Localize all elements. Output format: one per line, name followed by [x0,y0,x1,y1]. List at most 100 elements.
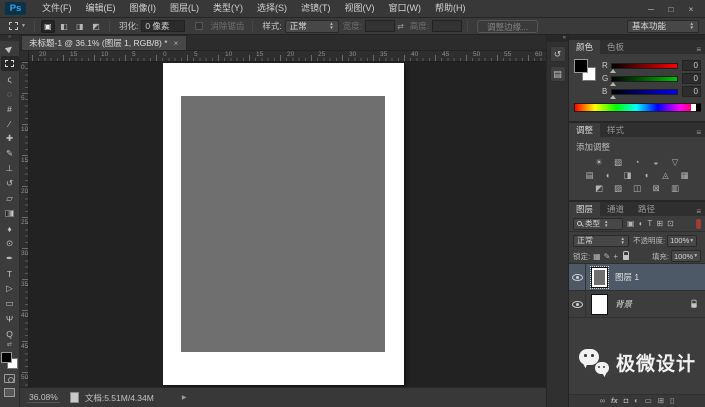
r-channel-slider[interactable] [610,62,678,73]
document-page[interactable] [163,63,404,385]
menu-item-2[interactable]: 编辑(E) [79,0,123,17]
tab-paths[interactable]: 路径 [631,202,662,216]
blur-tool[interactable]: ♦ [1,221,19,236]
exposure-adjustment-icon[interactable]: ◒ [648,156,664,168]
gradient-tool[interactable] [1,206,19,221]
type-layer-filter-icon[interactable]: T [647,219,652,228]
layer-style-icon[interactable]: fx [611,395,618,407]
layer-row-1[interactable]: 图层 1 [569,264,705,291]
r-channel-value[interactable]: 0 [682,60,701,71]
black-swatch[interactable] [696,104,701,111]
panel-menu-icon[interactable]: ≡ [696,207,705,216]
screen-mode-button[interactable] [4,388,15,397]
slider-handle-icon[interactable] [610,68,616,73]
lock-position-icon[interactable]: + [613,252,618,261]
eye-icon[interactable] [571,273,583,281]
brush-tool[interactable]: ✎ [1,146,19,161]
type-tool[interactable]: T [1,266,19,281]
shape-layer-filter-icon[interactable]: ⊞ [656,219,663,228]
levels-adjustment-icon[interactable]: ▧ [610,156,626,168]
fill-input[interactable]: 100% ▼ [671,250,701,262]
hue-saturation-adjustment-icon[interactable]: ▤ [582,169,598,181]
history-panel-button[interactable]: ↺ [549,46,566,62]
pasteboard[interactable] [29,62,546,387]
layer-visibility-cell[interactable] [569,291,586,317]
healing-brush-tool[interactable]: ✚ [1,131,19,146]
b-channel-slider[interactable] [610,88,678,99]
selective-color-adjustment-icon[interactable]: ⊠ [648,182,664,194]
add-to-selection-button[interactable]: ◧ [57,20,71,33]
slider-handle-icon[interactable] [610,81,616,86]
layer-filter-type-dropdown[interactable]: 类型 ▲ ▼ [573,217,623,230]
eyedropper-tool[interactable]: ∕ [1,116,19,131]
rectangle-tool[interactable]: ▭ [1,296,19,311]
tab-channels[interactable]: 通道 [600,202,631,216]
menu-item-5[interactable]: 类型(Y) [206,0,250,17]
foreground-color-swatch[interactable] [1,352,12,363]
pen-tool[interactable]: ✒ [1,251,19,266]
new-adjustment-layer-icon[interactable]: ◐ [634,395,639,407]
foreground-color-swatch[interactable] [574,59,588,73]
intersect-selection-button[interactable]: ◩ [89,20,103,33]
tab-swatches[interactable]: 色板 [600,40,631,54]
quick-mask-button[interactable] [4,374,15,383]
workspace-switcher[interactable]: 基本功能 ▲ ▼ [627,19,699,33]
crop-tool[interactable]: # [1,101,19,116]
add-layer-mask-icon[interactable]: ◘ [624,395,629,407]
layer-filter-switch[interactable] [696,218,701,229]
layer-thumbnail[interactable] [590,265,609,289]
menu-item-6[interactable]: 选择(S) [250,0,294,17]
panel-menu-icon[interactable]: ≡ [696,128,705,137]
rectangular-marquee-tool[interactable] [0,56,19,71]
g-channel-slider[interactable] [610,75,678,86]
panel-menu-icon[interactable]: ≡ [696,45,705,54]
eye-icon[interactable] [571,300,583,308]
menu-item-3[interactable]: 图像(I) [123,0,164,17]
layer-row-2[interactable]: 背景 [569,291,705,318]
delete-layer-icon[interactable]: ▯ [670,395,674,407]
layer-name[interactable]: 背景 [615,298,632,310]
opacity-input[interactable]: 100% ▼ [667,234,698,247]
document-tab[interactable]: 未标题-1 @ 36.1% (图层 1, RGB/8) * × [21,35,187,50]
move-tool[interactable]: ▶ [1,41,19,56]
tab-styles[interactable]: 样式 [600,123,631,137]
slider-handle-icon[interactable] [610,94,616,99]
antialias-checkbox[interactable] [195,22,204,30]
menu-item-10[interactable]: 帮助(H) [428,0,473,17]
layer-visibility-cell[interactable] [569,264,586,290]
eraser-tool[interactable]: ▱ [1,191,19,206]
height-input[interactable] [432,20,463,32]
expand-panels-icon[interactable]: « [547,35,568,42]
zoom-level-field[interactable]: 36.08% [27,392,60,403]
color-balance-adjustment-icon[interactable]: ◐ [601,169,617,181]
feather-input[interactable]: 0 像素 [141,20,186,32]
smart-object-filter-icon[interactable]: ⊡ [667,219,674,228]
zoom-tool[interactable]: Q [1,326,19,341]
adjustment-layer-filter-icon[interactable]: ◐ [639,219,644,228]
properties-panel-button[interactable]: ▤ [549,66,566,82]
photo-filter-adjustment-icon[interactable]: ◖ [639,169,655,181]
b-channel-value[interactable]: 0 [682,86,701,97]
minimize-button[interactable]: ─ [641,1,661,17]
clone-stamp-tool[interactable]: ⊥ [1,161,19,176]
path-selection-tool[interactable]: ▷ [1,281,19,296]
tab-layers[interactable]: 图层 [569,202,601,216]
lock-transparency-icon[interactable]: ▦ [593,252,601,261]
g-channel-value[interactable]: 0 [682,73,701,84]
lasso-tool[interactable]: ς [1,71,19,86]
menu-item-4[interactable]: 图层(L) [163,0,206,17]
menu-item-9[interactable]: 窗口(W) [382,0,429,17]
threshold-adjustment-icon[interactable]: ◫ [629,182,645,194]
pixel-layer-filter-icon[interactable]: ▣ [627,219,635,228]
subtract-from-selection-button[interactable]: ◨ [73,20,87,33]
history-brush-tool[interactable]: ↺ [1,176,19,191]
gradient-map-adjustment-icon[interactable]: ▥ [667,182,683,194]
refine-edge-button[interactable]: 调整边缘... [477,19,539,33]
dodge-tool[interactable]: ⊙ [1,236,19,251]
blend-mode-dropdown[interactable]: 正常 ▲ ▼ [573,234,629,247]
tab-adjustments[interactable]: 调整 [569,123,601,137]
color-lookup-adjustment-icon[interactable]: ▦ [677,169,693,181]
style-dropdown[interactable]: 正常 ▲ ▼ [284,19,339,33]
layer-thumbnail[interactable] [591,293,608,315]
curves-adjustment-icon[interactable]: ◔ [629,156,645,168]
